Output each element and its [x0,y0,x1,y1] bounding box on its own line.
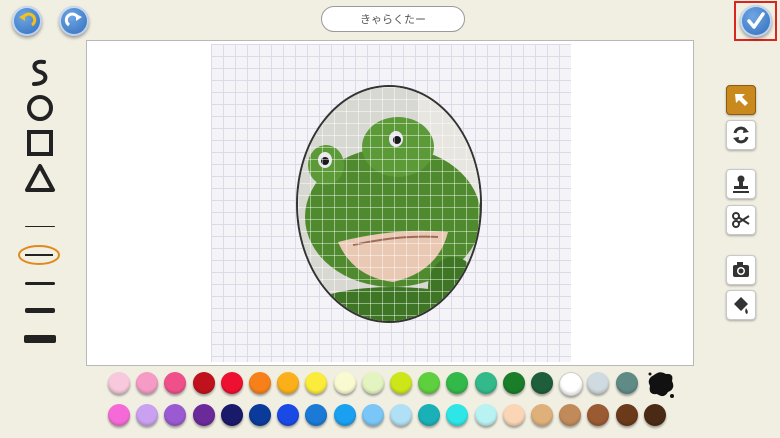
color-swatch[interactable] [474,404,497,426]
color-swatch[interactable] [220,404,243,426]
undo-button[interactable] [12,6,42,36]
color-swatch[interactable] [418,372,441,394]
circle-tool[interactable] [22,93,58,127]
redo-button[interactable] [59,6,89,36]
triangle-tool[interactable] [22,163,58,197]
color-swatch[interactable] [249,372,271,394]
color-swatch[interactable] [164,404,187,426]
line-width-thick[interactable] [25,308,55,313]
stamp-icon [733,175,749,193]
scissors-icon [732,212,750,228]
select-tool-button[interactable] [726,85,756,115]
character-name-field[interactable]: きゃらくたー [321,6,465,32]
color-swatch[interactable] [136,372,159,394]
color-swatch[interactable] [559,372,584,396]
photo-grid-overlay [298,87,480,321]
color-swatch[interactable] [249,404,271,426]
color-swatch[interactable] [361,404,384,426]
color-swatch[interactable] [615,404,638,426]
color-swatch[interactable] [502,404,525,426]
frog-photo-oval[interactable] [296,85,482,323]
color-swatch[interactable] [446,372,469,394]
color-swatch[interactable] [390,404,412,426]
color-swatch[interactable] [192,372,215,394]
square-shape-icon [27,130,53,156]
color-swatch[interactable] [277,404,300,426]
scissors-tool-button[interactable] [726,205,756,235]
color-swatch[interactable] [615,372,638,394]
color-swatch[interactable] [305,404,328,426]
color-swatch[interactable] [136,404,159,426]
paint-bucket-icon [734,297,748,314]
color-swatch[interactable] [192,404,215,426]
color-swatch[interactable] [361,372,384,394]
color-swatch[interactable] [277,372,300,394]
ink-blot-icon[interactable] [646,369,676,399]
color-swatch[interactable] [390,372,412,394]
color-swatch[interactable] [643,404,666,426]
color-swatch[interactable] [164,372,187,394]
selection-circle-icon [18,245,60,265]
color-swatch[interactable] [474,372,497,394]
rotate-icon [733,126,749,144]
line-width-extra-thick[interactable] [24,335,56,343]
color-swatch[interactable] [220,372,243,394]
paint-bucket-tool-button[interactable] [726,290,756,320]
circle-shape-icon [27,95,53,121]
freehand-squiggle-icon [32,59,48,86]
color-swatch[interactable] [333,372,356,394]
redo-arrow-icon [64,12,82,27]
camera-tool-button[interactable] [726,255,756,285]
select-arrow-icon [735,94,748,106]
rotate-tool-button[interactable] [726,120,756,150]
color-swatch[interactable] [446,404,469,426]
color-swatch[interactable] [531,372,553,394]
color-swatch[interactable] [587,372,610,394]
color-swatch[interactable] [305,372,328,394]
color-swatch[interactable] [559,404,582,426]
color-swatch[interactable] [108,404,130,426]
done-button-highlight[interactable] [734,1,777,41]
color-swatch[interactable] [418,404,441,426]
freehand-tool[interactable] [22,58,58,92]
triangle-shape-icon [25,164,55,192]
line-width-thin[interactable] [25,226,55,227]
color-swatch[interactable] [531,404,553,426]
camera-icon [733,262,749,277]
color-swatch[interactable] [587,404,610,426]
undo-arrow-icon [19,12,37,27]
color-swatch[interactable] [502,372,525,394]
line-width-medium-selected[interactable] [17,243,61,267]
done-button[interactable] [739,5,772,37]
square-tool[interactable] [22,128,58,162]
color-swatch[interactable] [333,404,356,426]
checkmark-icon [746,12,765,29]
stamp-tool-button[interactable] [726,169,756,199]
color-swatch[interactable] [108,372,130,394]
line-width-medium-thick[interactable] [25,282,55,285]
